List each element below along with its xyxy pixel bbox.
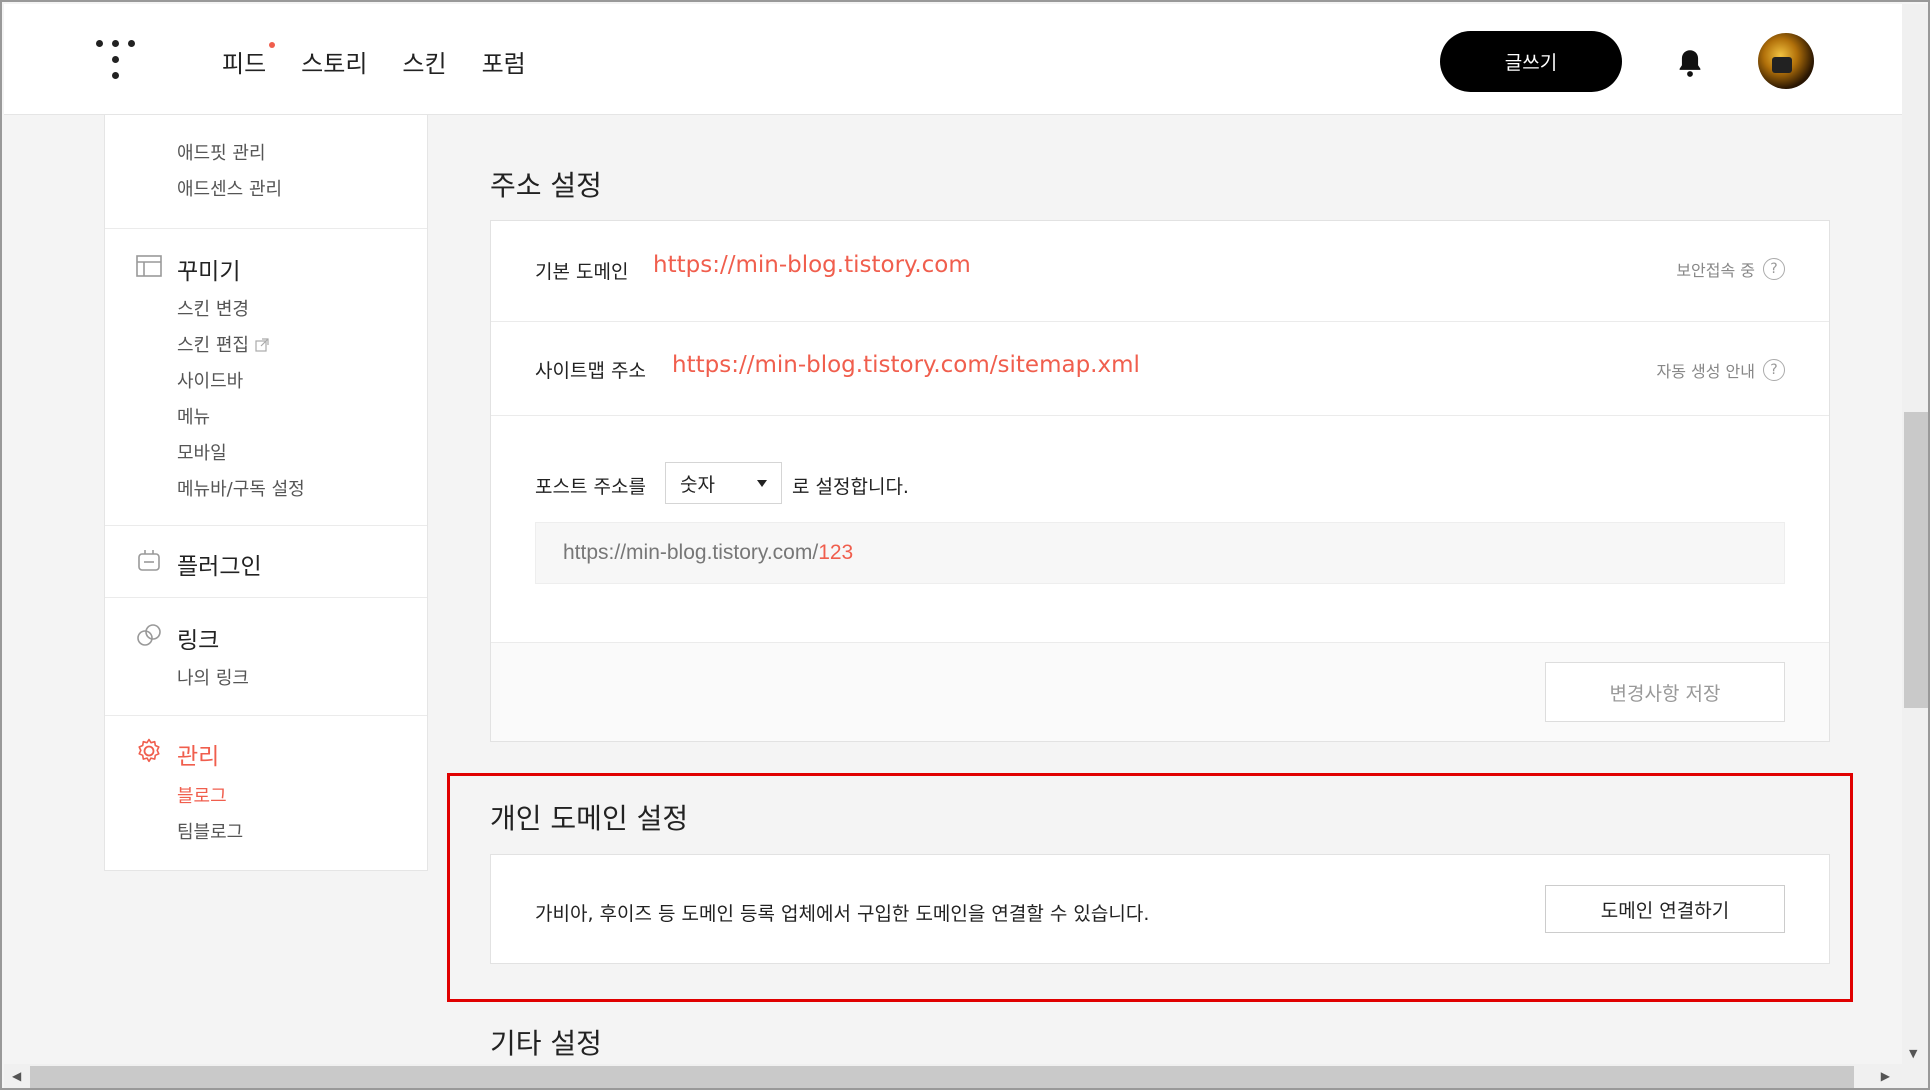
address-settings-card: 기본 도메인 https://min-blog.tistory.com 보안접속…: [490, 220, 1830, 742]
sidebar-item-menubar[interactable]: 메뉴바/구독 설정: [177, 475, 305, 501]
sidebar-item-adfit[interactable]: 애드핏 관리: [177, 139, 266, 165]
sidebar-item-sidebar[interactable]: 사이드바: [177, 367, 243, 393]
sitemap-help[interactable]: 자동 생성 안내?: [1656, 358, 1785, 382]
sidebar-item-skin-change[interactable]: 스킨 변경: [177, 295, 249, 321]
sidebar-section-link: 링크 나의 링크: [105, 598, 427, 716]
help-icon[interactable]: ?: [1763, 258, 1785, 280]
highlight-box: [447, 773, 1853, 1002]
horizontal-scrollbar[interactable]: ◀ ▶: [4, 1064, 1928, 1088]
nav-skin[interactable]: 스킨: [402, 44, 446, 79]
nav-story[interactable]: 스토리: [301, 44, 367, 79]
notification-dot: [269, 42, 276, 48]
layout-icon: [136, 255, 162, 277]
sidebar-item-mobile[interactable]: 모바일: [177, 439, 227, 465]
sidebar-section-manage: 관리 블로그 팀블로그: [105, 716, 427, 871]
secure-help[interactable]: 보안접속 중?: [1676, 257, 1785, 281]
scroll-left-arrow-icon[interactable]: ◀: [12, 1069, 21, 1083]
bell-icon[interactable]: [1676, 48, 1704, 78]
sitemap-label: 사이트맵 주소: [535, 360, 646, 382]
secure-help-label: 보안접속 중: [1676, 261, 1755, 280]
base-domain-row: 기본 도메인 https://min-blog.tistory.com 보안접속…: [491, 221, 1829, 322]
post-url-base: https://min-blog.tistory.com/: [563, 541, 819, 564]
sidebar-item-team-blog[interactable]: 팀블로그: [177, 818, 243, 844]
link-icon: [137, 624, 161, 646]
sidebar-section-plugin: 플러그인: [105, 526, 427, 598]
plugin-icon: [138, 550, 160, 571]
sitemap-link[interactable]: https://min-blog.tistory.com/sitemap.xml: [672, 352, 1140, 378]
sidebar-item-my-link[interactable]: 나의 링크: [177, 664, 249, 690]
external-link-icon: [255, 338, 269, 352]
vertical-scrollbar[interactable]: ▼: [1902, 4, 1928, 1064]
sidebar: 애드핏 관리 애드센스 관리 꾸미기 스킨 변경 스킨 편집 사이드바 메뉴 모…: [104, 115, 428, 871]
sidebar-heading-manage[interactable]: 관리: [177, 737, 219, 771]
tistory-logo-icon[interactable]: [96, 40, 136, 82]
post-address-row: 포스트 주소를 숫자 로 설정합니다. https://min-blog.tis…: [491, 416, 1829, 643]
caret-down-icon: [757, 480, 767, 487]
nav-feed-label: 피드: [222, 50, 267, 78]
nav-forum[interactable]: 포럼: [482, 44, 526, 79]
nav-feed[interactable]: 피드: [222, 42, 276, 79]
sidebar-section-ads: 애드핏 관리 애드센스 관리: [105, 115, 427, 229]
sidebar-heading-plugin[interactable]: 플러그인: [177, 547, 262, 581]
sitemap-help-label: 자동 생성 안내: [1656, 362, 1756, 381]
gear-icon: [138, 738, 160, 763]
scroll-right-arrow-icon[interactable]: ▶: [1881, 1069, 1890, 1083]
avatar[interactable]: [1758, 33, 1814, 89]
post-address-select-value: 숫자: [680, 473, 715, 496]
other-settings-title: 기타 설정: [490, 1027, 602, 1060]
sidebar-item-skin-edit-label: 스킨 편집: [177, 335, 249, 356]
post-url-number: 123: [818, 541, 854, 564]
sidebar-item-blog[interactable]: 블로그: [177, 782, 227, 808]
post-address-select[interactable]: 숫자: [665, 462, 782, 504]
post-address-suffix: 로 설정합니다.: [792, 476, 909, 498]
address-settings-title: 주소 설정: [490, 169, 602, 202]
base-domain-label: 기본 도메인: [535, 261, 629, 283]
sidebar-item-menu[interactable]: 메뉴: [177, 403, 210, 429]
post-url-preview: https://min-blog.tistory.com/123: [535, 522, 1785, 584]
browser-frame: 피드 스토리 스킨 포럼 글쓰기 애드핏 관리 애드센스 관리 꾸미기 스킨 변…: [0, 0, 1930, 1090]
base-domain-link[interactable]: https://min-blog.tistory.com: [653, 252, 971, 278]
save-changes-button[interactable]: 변경사항 저장: [1545, 662, 1785, 722]
sidebar-item-adsense[interactable]: 애드센스 관리: [177, 175, 282, 201]
sidebar-heading-decorate[interactable]: 꾸미기: [177, 252, 240, 286]
top-header: 피드 스토리 스킨 포럼 글쓰기: [4, 4, 1902, 115]
main-nav: 피드 스토리 스킨 포럼: [222, 42, 526, 79]
post-address-prefix: 포스트 주소를: [535, 476, 646, 498]
sidebar-heading-link[interactable]: 링크: [177, 621, 219, 655]
write-button[interactable]: 글쓰기: [1440, 31, 1622, 92]
sidebar-item-skin-edit[interactable]: 스킨 편집: [177, 331, 269, 357]
scroll-down-arrow-icon[interactable]: ▼: [1909, 1047, 1917, 1060]
vertical-scroll-thumb[interactable]: [1904, 412, 1928, 708]
save-row: 변경사항 저장: [491, 643, 1829, 741]
help-icon[interactable]: ?: [1763, 359, 1785, 381]
sidebar-section-decorate: 꾸미기 스킨 변경 스킨 편집 사이드바 메뉴 모바일 메뉴바/구독 설정: [105, 229, 427, 526]
sitemap-row: 사이트맵 주소 https://min-blog.tistory.com/sit…: [491, 322, 1829, 416]
horizontal-scroll-thumb[interactable]: [30, 1066, 1854, 1088]
